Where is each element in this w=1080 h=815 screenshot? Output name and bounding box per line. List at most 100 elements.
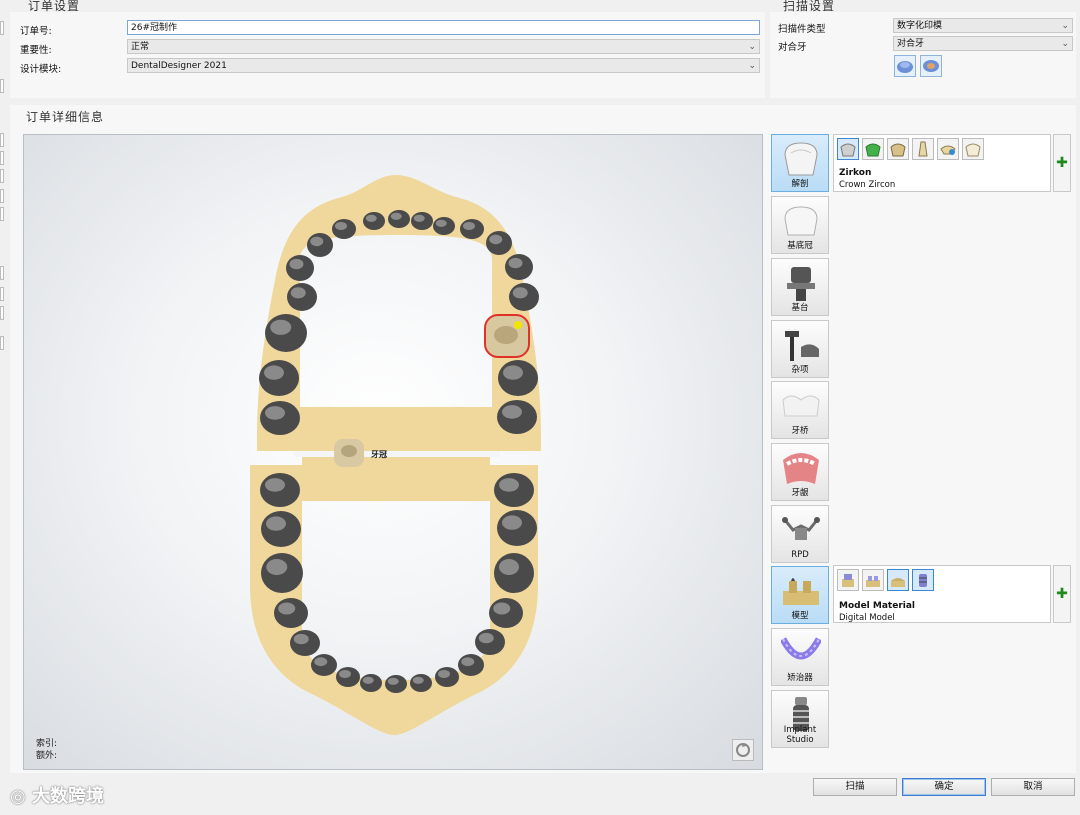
tooth[interactable]: [261, 511, 301, 547]
tooth[interactable]: [509, 283, 539, 311]
tooth[interactable]: [274, 598, 308, 628]
tooth[interactable]: [460, 219, 484, 239]
anatomy-option-full[interactable]: [837, 138, 859, 160]
tooth-chart-viewport[interactable]: 牙冠 索引: 额外:: [23, 134, 763, 770]
tooth[interactable]: [388, 210, 410, 228]
tooth[interactable]: [307, 233, 333, 257]
tooth[interactable]: [505, 254, 533, 280]
tooth[interactable]: [261, 553, 303, 593]
model-detail-panel[interactable]: Model Material Digital Model: [833, 565, 1051, 623]
tooth[interactable]: [494, 473, 534, 507]
tooth[interactable]: [332, 219, 356, 239]
model-option-3[interactable]: [887, 569, 909, 591]
anatomy-option-post[interactable]: [912, 138, 934, 160]
side-tab[interactable]: [0, 169, 4, 183]
tooth[interactable]: [260, 473, 300, 507]
antagonist-upper-button[interactable]: [894, 55, 916, 77]
category-label: RPD: [791, 550, 809, 560]
tooth-highlight: [314, 657, 328, 667]
tooth[interactable]: [287, 283, 317, 311]
tooth[interactable]: [497, 400, 537, 434]
tooth-26-selected[interactable]: [484, 314, 530, 358]
model-option-2[interactable]: [862, 569, 884, 591]
crown-indicator-cusp: [341, 445, 357, 457]
tooth[interactable]: [265, 314, 307, 352]
category-bridge[interactable]: 牙桥: [771, 381, 829, 439]
side-tab[interactable]: [0, 79, 4, 93]
model-option-4[interactable]: [912, 569, 934, 591]
scan-type-select[interactable]: 数字化印模 ⌄: [893, 18, 1073, 33]
cancel-button[interactable]: 取消: [991, 778, 1075, 796]
tooth[interactable]: [494, 553, 534, 593]
antagonist-select[interactable]: 对合牙 ⌄: [893, 36, 1073, 51]
tooth[interactable]: [385, 675, 407, 693]
side-tab[interactable]: [0, 151, 4, 165]
order-details-title: 订单详细信息: [26, 110, 105, 124]
add-model-button[interactable]: ✚: [1053, 565, 1071, 623]
tooth[interactable]: [260, 401, 300, 435]
tooth[interactable]: [363, 212, 385, 230]
category-misc[interactable]: 杂项: [771, 320, 829, 378]
design-module-select[interactable]: DentalDesigner 2021 ⌄: [127, 58, 760, 73]
side-tab[interactable]: [0, 306, 4, 320]
order-no-input[interactable]: 26#冠制作: [127, 20, 760, 35]
add-anatomy-button[interactable]: ✚: [1053, 134, 1071, 192]
category-model[interactable]: 模型: [771, 566, 829, 624]
category-gingiva[interactable]: 牙龈: [771, 443, 829, 501]
tooth[interactable]: [433, 217, 455, 235]
category-anatomy-crown[interactable]: 解剖: [771, 134, 829, 192]
plus-icon: ✚: [1056, 155, 1068, 171]
tooth[interactable]: [259, 360, 299, 396]
selection-dot: [514, 321, 522, 329]
anatomy-description: Crown Zircon: [839, 180, 896, 190]
tooth-highlight: [278, 602, 296, 615]
model-material: Model Material: [839, 601, 916, 611]
tooth[interactable]: [489, 598, 523, 628]
tooth[interactable]: [498, 360, 538, 396]
tooth[interactable]: [410, 674, 432, 692]
tooth[interactable]: [435, 667, 459, 687]
tooth[interactable]: [290, 630, 320, 656]
category-implant[interactable]: Implant Studio: [771, 690, 829, 748]
side-tab[interactable]: [0, 287, 4, 301]
anatomy-option-veneer[interactable]: [937, 138, 959, 160]
tooth[interactable]: [486, 231, 512, 255]
tooth-chart[interactable]: [24, 135, 763, 770]
category-abutment[interactable]: 基台: [771, 258, 829, 316]
tooth[interactable]: [458, 654, 484, 676]
anatomy-option-inlay[interactable]: [962, 138, 984, 160]
anatomy-option-green[interactable]: [862, 138, 884, 160]
anatomy-detail-panel[interactable]: Zirkon Crown Zircon: [833, 134, 1051, 192]
category-coping[interactable]: 基底冠: [771, 196, 829, 254]
importance-select[interactable]: 正常 ⌄: [127, 39, 760, 54]
watermark-logo-icon: ◎: [10, 786, 26, 807]
order-no-value: 26#冠制作: [131, 23, 177, 33]
design-module-label: 设计模块:: [20, 64, 62, 75]
tooth-highlight: [512, 287, 528, 299]
side-tab[interactable]: [0, 266, 4, 280]
side-tab[interactable]: [0, 207, 4, 221]
tooth[interactable]: [497, 510, 537, 546]
category-aligner[interactable]: 矫治器: [771, 628, 829, 686]
tooth-highlight: [290, 287, 306, 299]
model-option-1[interactable]: [837, 569, 859, 591]
tooth[interactable]: [336, 667, 360, 687]
antagonist-bite-button[interactable]: [920, 55, 942, 77]
tooth[interactable]: [411, 212, 433, 230]
category-rpd[interactable]: RPD: [771, 505, 829, 563]
tooth-highlight: [289, 258, 304, 270]
extra-label: 额外:: [36, 751, 58, 761]
reset-view-button[interactable]: [732, 739, 754, 761]
side-tab[interactable]: [0, 133, 4, 147]
tooth[interactable]: [360, 674, 382, 692]
ok-button[interactable]: 确定: [902, 778, 986, 796]
scan-button[interactable]: 扫描: [813, 778, 897, 796]
tooth[interactable]: [311, 654, 337, 676]
side-tab[interactable]: [0, 336, 4, 350]
anatomy-option-gold[interactable]: [887, 138, 909, 160]
side-tab[interactable]: [0, 189, 4, 203]
tooth[interactable]: [475, 629, 505, 655]
tooth[interactable]: [286, 255, 314, 281]
tooth-highlight: [339, 670, 351, 678]
side-tab[interactable]: [0, 21, 4, 35]
